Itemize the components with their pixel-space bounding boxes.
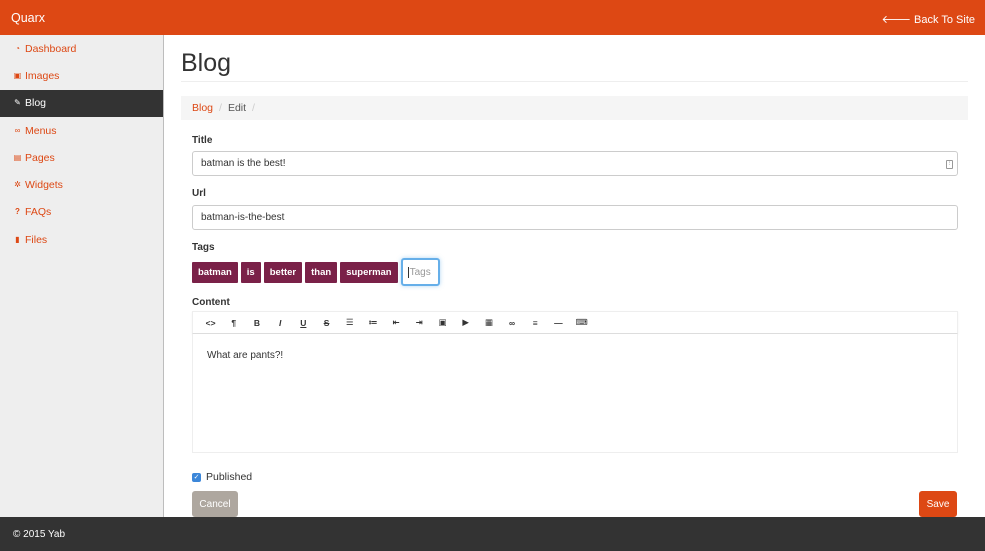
question-icon: ? [15, 207, 20, 217]
dashboard-icon: ◔ [15, 43, 20, 53]
image-icon[interactable]: ▣ [431, 317, 454, 328]
sidebar-item-label: Dashboard [25, 42, 77, 55]
tag-chip[interactable]: batman [192, 261, 238, 283]
content-editor-text: What are pants?! [207, 350, 284, 361]
title-field[interactable]: batman is the best! ⁝ [192, 151, 958, 176]
gear-icon: ✲ [14, 180, 21, 190]
divider [181, 81, 968, 82]
link-icon: ∞ [14, 125, 21, 135]
breadcrumb: Blog / Edit / [181, 96, 968, 120]
password-manager-icon[interactable]: ⁝ [946, 160, 953, 169]
back-to-site-label: Back To Site [914, 14, 975, 26]
breadcrumb-current: Edit [227, 102, 247, 114]
paragraph-icon[interactable]: ¶ [222, 318, 245, 328]
sidebar-item-label: Widgets [25, 179, 63, 192]
sidebar-item-label: Images [25, 69, 60, 82]
indent-icon[interactable]: ⇥ [408, 317, 431, 328]
url-label: Url [192, 188, 206, 199]
align-icon[interactable]: ≡ [524, 318, 547, 328]
published-checkbox[interactable]: ✓ [192, 472, 201, 482]
horizontal-rule-icon[interactable]: — [547, 318, 570, 328]
sidebar-item-menus[interactable]: ∞ Menus [0, 117, 163, 144]
published-label: Published [206, 471, 253, 483]
file-icon: ▤ [13, 152, 22, 162]
url-field-value: batman-is-the-best [201, 212, 285, 223]
keyboard-icon[interactable]: ⌨ [570, 317, 593, 328]
sidebar-item-label: Files [25, 233, 48, 246]
ordered-list-icon[interactable]: ≔ [361, 317, 384, 328]
sidebar-item-label: Pages [25, 151, 55, 164]
sidebar-item-images[interactable]: ▣ Images [0, 62, 163, 89]
link-icon[interactable]: ∞ [500, 318, 523, 328]
tag-chip[interactable]: superman [340, 261, 398, 283]
bold-icon[interactable]: B [245, 318, 268, 328]
url-field[interactable]: batman-is-the-best [192, 205, 958, 230]
sidebar-item-blog[interactable]: ✎ Blog [0, 89, 163, 117]
table-icon[interactable]: ▦ [477, 317, 500, 328]
content-editor[interactable]: What are pants?! [192, 334, 958, 453]
tags-input[interactable]: Tags [400, 258, 440, 286]
sidebar-item-label: FAQs [25, 206, 52, 219]
cancel-button[interactable]: Cancel [192, 491, 238, 517]
italic-icon[interactable]: I [269, 318, 292, 328]
breadcrumb-separator: / [252, 102, 255, 114]
video-icon[interactable]: ▶ [454, 317, 477, 328]
title-field-value: batman is the best! [201, 158, 286, 169]
underline-icon[interactable]: U [292, 318, 315, 328]
footer-copyright: © 2015 Yab [13, 528, 66, 540]
sidebar-item-faqs[interactable]: ? FAQs [0, 199, 163, 226]
content-label: Content [192, 297, 230, 308]
editor-toolbar: <> ¶ B I U S ☰ ≔ ⇤ ⇥ ▣ ▶ ▦ ∞ ≡ — ⌨ [192, 311, 958, 334]
text-caret [407, 266, 409, 278]
footer: © 2015 Yab [0, 517, 985, 551]
breadcrumb-link-blog[interactable]: Blog [192, 102, 213, 114]
sidebar-item-pages[interactable]: ▤ Pages [0, 144, 163, 171]
strikethrough-icon[interactable]: S [315, 318, 338, 328]
file-icon: ▮ [15, 234, 20, 244]
back-to-site-link[interactable]: 🡐 Back To Site [881, 12, 975, 26]
tags-field[interactable]: batman is better than superman Tags [192, 258, 440, 286]
top-navbar: Quarx 🡐 Back To Site [0, 0, 985, 35]
pencil-icon: ✎ [14, 98, 21, 108]
unordered-list-icon[interactable]: ☰ [338, 317, 361, 328]
tags-label: Tags [192, 242, 215, 253]
brand-link[interactable]: Quarx [11, 11, 45, 25]
main-content: Blog Blog / Edit / Title batman is the b… [164, 35, 985, 517]
tag-chip[interactable]: than [305, 261, 338, 283]
tag-chip[interactable]: better [263, 261, 303, 283]
sidebar-item-files[interactable]: ▮ Files [0, 226, 163, 253]
sidebar-item-label: Blog [25, 97, 47, 110]
code-icon[interactable]: <> [199, 318, 222, 328]
sidebar-item-widgets[interactable]: ✲ Widgets [0, 171, 163, 198]
outdent-icon[interactable]: ⇤ [385, 317, 408, 328]
page-title: Blog [181, 49, 232, 77]
title-label: Title [192, 135, 213, 146]
image-icon: ▣ [13, 70, 22, 80]
sidebar: ◔ Dashboard ▣ Images ✎ Blog ∞ Menus ▤ Pa… [0, 35, 164, 517]
arrow-left-icon: 🡐 [881, 14, 911, 26]
save-button[interactable]: Save [919, 491, 957, 517]
tags-placeholder: Tags [409, 266, 431, 278]
sidebar-item-dashboard[interactable]: ◔ Dashboard [0, 35, 163, 62]
sidebar-item-label: Menus [25, 124, 57, 137]
tag-chip[interactable]: is [240, 261, 261, 283]
breadcrumb-separator: / [219, 102, 222, 114]
published-toggle[interactable]: ✓ Published [192, 471, 252, 483]
